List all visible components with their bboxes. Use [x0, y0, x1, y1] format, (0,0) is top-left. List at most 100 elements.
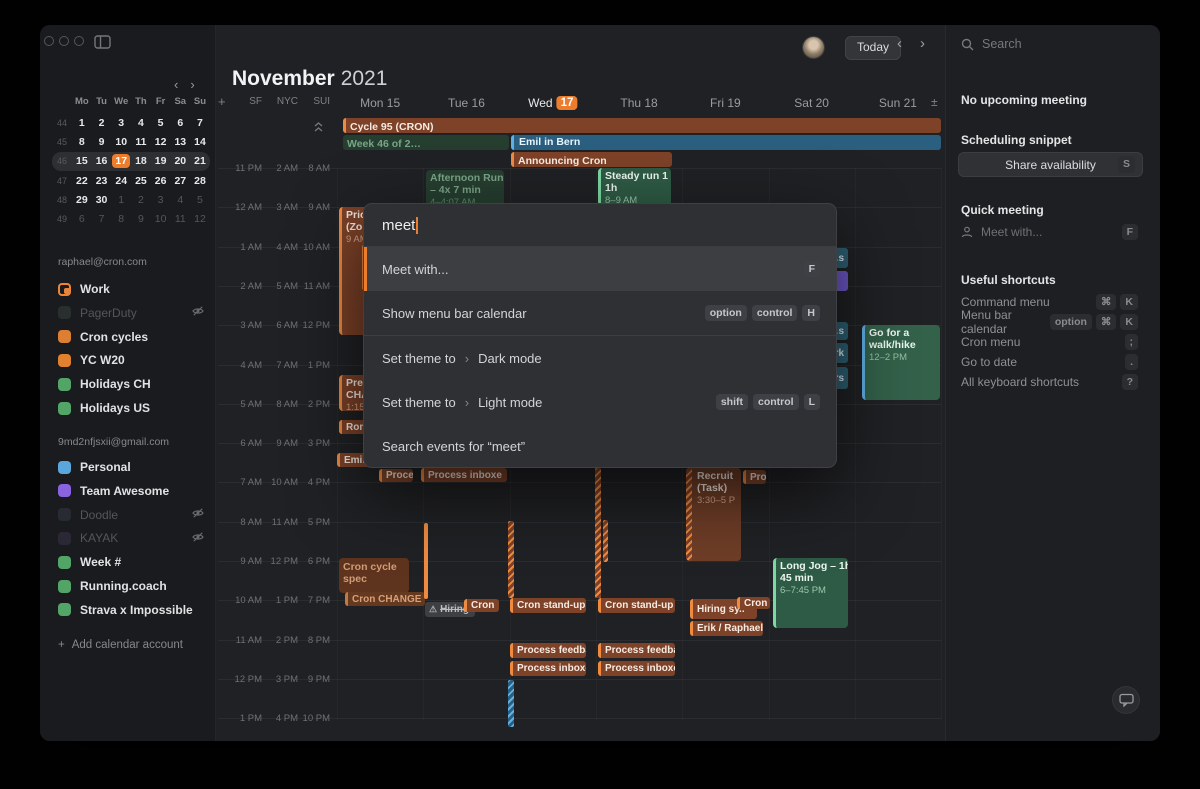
calendar-event[interactable]	[424, 523, 428, 599]
calendar-event[interactable]: Recruit(Task)3:30–5 P	[686, 468, 741, 561]
calendar-event[interactable]	[508, 680, 514, 727]
mini-calendar-day[interactable]: 2	[131, 194, 151, 206]
mini-calendar-day[interactable]: 25	[131, 175, 151, 187]
sidebar-item-holidays-us[interactable]: Holidays US	[58, 400, 204, 416]
mini-calendar-day[interactable]: 12	[151, 136, 171, 148]
mini-calendar-day[interactable]: 17	[111, 155, 131, 167]
sidebar-item-doodle[interactable]: Doodle	[58, 507, 204, 523]
eye-slash-icon[interactable]	[192, 305, 204, 320]
sidebar-item-pagerduty[interactable]: PagerDuty	[58, 305, 204, 321]
palette-item[interactable]: Set theme to›Light modeshiftcontrolL	[364, 380, 836, 424]
day-header-sat[interactable]: Sat 20	[794, 95, 829, 110]
mini-calendar-day[interactable]: 14	[190, 136, 210, 148]
mini-calendar-day[interactable]: 1	[72, 117, 92, 129]
calendar-event[interactable]: Cron	[737, 597, 770, 609]
mini-calendar-day[interactable]: 11	[131, 136, 151, 148]
mini-calendar-day[interactable]: 19	[151, 155, 171, 167]
sidebar-item-team-awesome[interactable]: Team Awesome	[58, 483, 204, 499]
mini-calendar-day[interactable]: 23	[92, 175, 112, 187]
zoom-window-icon[interactable]	[74, 36, 84, 46]
mini-calendar-day[interactable]: 11	[170, 213, 190, 225]
calendar-event[interactable]: Steady run 1 –1h8–9 AM	[598, 168, 671, 206]
mini-calendar-day[interactable]: 5	[151, 117, 171, 129]
calendar-event[interactable]: Process feedba	[598, 643, 675, 658]
sidebar-item-running-coach[interactable]: Running.coach	[58, 578, 204, 594]
sidebar-item-kayak[interactable]: KAYAK	[58, 530, 204, 546]
mini-calendar-day[interactable]: 10	[111, 136, 131, 148]
mini-calendar-day[interactable]: 13	[170, 136, 190, 148]
mini-calendar-day[interactable]: 24	[111, 175, 131, 187]
eye-slash-icon[interactable]	[192, 507, 204, 522]
share-availability-button[interactable]: Share availability S	[958, 152, 1143, 177]
sidebar-item-cron-cycles[interactable]: Cron cycles	[58, 329, 204, 345]
sidebar-item-holidays-ch[interactable]: Holidays CH	[58, 376, 204, 392]
mini-calendar-day[interactable]: 21	[190, 155, 210, 167]
search-input[interactable]: Search	[961, 37, 1022, 51]
mini-calendar-day[interactable]: 28	[190, 175, 210, 187]
day-header-thu[interactable]: Thu 18	[620, 95, 657, 110]
day-header-mon[interactable]: Mon 15	[360, 95, 400, 110]
mini-calendar-day[interactable]: 29	[72, 194, 92, 206]
mini-calendar-day[interactable]: 9	[131, 213, 151, 225]
mini-calendar-day[interactable]: 30	[92, 194, 112, 206]
sidebar-item-personal[interactable]: Personal	[58, 459, 204, 475]
feedback-chat-button[interactable]	[1112, 686, 1140, 714]
sidebar-item-work[interactable]: Work	[58, 281, 204, 297]
calendar-event[interactable]	[508, 521, 514, 598]
mini-cal-prev-icon[interactable]: ‹	[174, 77, 178, 92]
mini-calendar-day[interactable]: 16	[92, 155, 112, 167]
palette-item[interactable]: Set theme to›Dark mode	[364, 336, 836, 380]
calendar-event[interactable]: Go for awalk/hike12–2 PM	[862, 325, 940, 400]
calendar-event[interactable]: Cron	[464, 599, 499, 612]
command-input[interactable]: meet	[364, 204, 836, 247]
calendar-event[interactable]: Erik / Raphael	[690, 621, 763, 636]
calendar-event[interactable]	[603, 520, 608, 562]
add-calendar-account-button[interactable]: + Add calendar account	[58, 639, 183, 651]
mini-calendar-day[interactable]: 6	[170, 117, 190, 129]
prev-week-icon[interactable]: ‹	[897, 35, 902, 52]
mini-calendar-day[interactable]: 8	[111, 213, 131, 225]
mini-calendar-day[interactable]: 6	[72, 213, 92, 225]
sidebar-item-week-[interactable]: Week #	[58, 554, 204, 570]
allday-event[interactable]: Announcing Cron	[511, 152, 672, 167]
mini-calendar-day[interactable]: 15	[72, 155, 92, 167]
mini-calendar-day[interactable]: 22	[72, 175, 92, 187]
mini-calendar-day[interactable]: 10	[151, 213, 171, 225]
mini-calendar-day[interactable]: 4	[170, 194, 190, 206]
timezone-settings-icon[interactable]: ±	[931, 95, 938, 109]
allday-event[interactable]: Cycle 95 (CRON)	[343, 118, 941, 133]
allday-event[interactable]: Week 46 of 2…	[343, 135, 509, 150]
close-window-icon[interactable]	[44, 36, 54, 46]
mini-calendar-day[interactable]: 7	[92, 213, 112, 225]
calendar-event[interactable]: Cron cyclespec	[339, 558, 409, 593]
mini-calendar-day[interactable]: 5	[190, 194, 210, 206]
mini-cal-next-icon[interactable]: ›	[190, 77, 194, 92]
next-week-icon[interactable]: ›	[920, 35, 925, 52]
day-header-tue[interactable]: Tue 16	[448, 95, 485, 110]
calendar-event[interactable]: Process feedba	[510, 643, 586, 658]
calendar-event[interactable]: Process inboxe	[510, 661, 586, 676]
calendar-event[interactable]: Long Jog – 1h45 min6–7:45 PM	[773, 558, 848, 628]
day-header-fri[interactable]: Fri 19	[710, 95, 741, 110]
palette-item[interactable]: Show menu bar calendaroptioncontrolH	[364, 291, 836, 335]
allday-event[interactable]: Emil in Bern	[511, 135, 941, 150]
palette-item[interactable]: Search events for “meet”	[364, 424, 836, 468]
mini-calendar-day[interactable]: 12	[190, 213, 210, 225]
mini-calendar-day[interactable]: 3	[111, 117, 131, 129]
mini-calendar-day[interactable]: 20	[170, 155, 190, 167]
mini-calendar-day[interactable]: 1	[111, 194, 131, 206]
mini-calendar-day[interactable]: 7	[190, 117, 210, 129]
mini-calendar-day[interactable]: 3	[151, 194, 171, 206]
collapse-allday-icon[interactable]	[314, 119, 323, 137]
mini-calendar-day[interactable]: 8	[72, 136, 92, 148]
mini-calendar-day[interactable]: 9	[92, 136, 112, 148]
sidebar-toggle-icon[interactable]	[94, 35, 111, 54]
avatar[interactable]	[803, 37, 824, 58]
palette-item[interactable]: Meet with...F	[364, 247, 836, 291]
calendar-event[interactable]: Pro	[743, 470, 766, 484]
sidebar-item-strava-x-impossible[interactable]: Strava x Impossible	[58, 602, 204, 618]
calendar-event[interactable]: Cron stand-up	[510, 598, 586, 613]
calendar-event[interactable]: Process inboxe	[421, 468, 507, 482]
sidebar-item-yc-w20[interactable]: YC W20	[58, 352, 204, 368]
calendar-event[interactable]	[595, 468, 601, 598]
